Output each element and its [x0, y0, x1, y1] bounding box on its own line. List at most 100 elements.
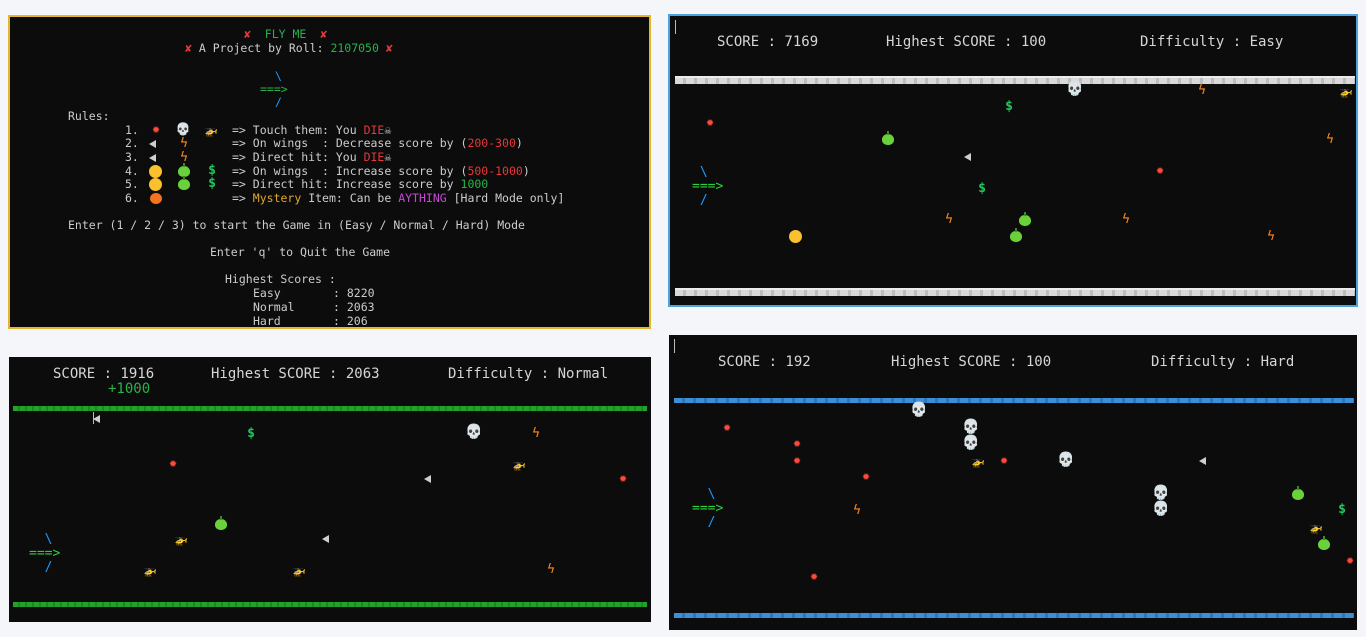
lightning-icon: ϟ	[1198, 83, 1206, 98]
apple-icon	[1019, 212, 1031, 226]
enter-mode-instruction: Enter (1 / 2 / 3) to start the Game in (…	[68, 218, 525, 232]
dollar-icon: $	[208, 176, 216, 191]
helicopter-icon: 🚁	[512, 458, 526, 471]
difficulty-display: Difficulty : Normal	[448, 366, 609, 382]
apple-icon	[1292, 486, 1304, 500]
highest-scores-label: Highest Scores :	[225, 272, 336, 286]
lightning-icon: ϟ	[1122, 212, 1130, 227]
apple-icon	[1318, 536, 1330, 550]
lightning-icon: ϟ	[853, 503, 861, 518]
explosion-icon: ✹	[169, 456, 177, 471]
helicopter-icon: 🚁	[174, 533, 188, 546]
quit-instruction: Enter 'q' to Quit the Game	[210, 245, 391, 259]
lightning-icon: ϟ	[1267, 229, 1275, 244]
rule-text: => Mystery Item: Can be AYTHING [Hard Mo…	[232, 191, 565, 205]
explosion-icon: ✹	[793, 436, 801, 451]
skull-icon: 💀	[465, 424, 483, 440]
rule-text: => Direct hit: Increase score by 1000	[232, 177, 489, 191]
rule-text: => On wings : Decrease score by (200-300…	[232, 136, 523, 150]
game-screen-easy: SCORE : 7169 Highest SCORE : 100 Difficu…	[668, 14, 1358, 307]
lightning-icon: ϟ	[1326, 132, 1334, 147]
coin-icon	[149, 178, 162, 191]
apple-icon	[1010, 228, 1022, 242]
game-title: FLY ME	[264, 27, 307, 41]
explosion-icon: ✹	[1000, 453, 1008, 468]
rule-number: 3.	[125, 150, 139, 164]
arrowhead-icon	[424, 475, 431, 483]
player-plane: \ ===> /	[692, 165, 724, 208]
helicopter-icon: 🚁	[971, 455, 985, 468]
explosion-icon: ✹	[1346, 553, 1354, 568]
arrowhead-icon	[1199, 457, 1206, 465]
apple-icon	[882, 131, 894, 145]
skull-icon: 💀	[962, 435, 980, 451]
bottom-wall	[675, 288, 1355, 296]
mystery-icon	[150, 193, 162, 204]
cross-icon: ✘	[320, 27, 328, 41]
skull-icon: 💀	[1152, 501, 1170, 517]
arrowhead-icon	[964, 153, 971, 161]
text-cursor	[674, 339, 675, 353]
skull-icon: 💀	[1066, 81, 1084, 97]
rule-number: 5.	[125, 177, 139, 191]
helicopter-icon: 🚁	[292, 564, 306, 577]
cross-icon: ✘	[185, 41, 192, 55]
text-cursor	[675, 20, 676, 34]
rule-number: 2.	[125, 136, 139, 150]
skull-icon: 💀	[910, 402, 928, 418]
rule-number: 6.	[125, 191, 139, 205]
menu-screen: ✘ FLY ME ✘ ✘ A Project by Roll: 2107050 …	[8, 15, 651, 329]
rule-text: => Direct hit: You DIE☠	[232, 150, 392, 164]
explosion-icon: ✹	[152, 122, 160, 137]
bonus-popup: +1000	[108, 381, 151, 397]
helicopter-icon: 🚁	[1339, 85, 1353, 98]
highest-score-display: Highest SCORE : 100	[891, 354, 1052, 370]
cross-icon: ✘	[244, 27, 251, 41]
score-display: SCORE : 7169	[717, 34, 819, 50]
coin-icon	[149, 165, 162, 178]
helicopter-icon: 🚁	[204, 124, 218, 137]
player-plane: \ ===> /	[692, 487, 724, 530]
explosion-icon: ✹	[793, 453, 801, 468]
dollar-icon: $	[247, 426, 255, 441]
game-screen-normal: SCORE : 1916 +1000 Highest SCORE : 2063 …	[9, 357, 651, 622]
arrowhead-icon	[149, 140, 156, 148]
player-plane: \ ===> /	[29, 532, 61, 575]
roll-number: 2107050	[330, 41, 379, 55]
apple-icon	[215, 516, 227, 530]
logo-plane-bottom: /	[275, 95, 282, 109]
rules-label: Rules:	[68, 109, 110, 123]
game-screen-hard: SCORE : 192 Highest SCORE : 100 Difficul…	[669, 335, 1357, 630]
score-display: SCORE : 1916	[53, 366, 155, 382]
arrowhead-icon	[149, 154, 156, 162]
difficulty-display: Difficulty : Hard	[1151, 354, 1295, 370]
explosion-icon: ✹	[706, 115, 714, 130]
dollar-icon: $	[1338, 502, 1346, 517]
coin-icon	[789, 230, 802, 243]
dollar-icon: $	[1005, 99, 1013, 114]
top-wall	[13, 406, 647, 411]
highest-score-display: Highest SCORE : 2063	[211, 366, 380, 382]
top-wall	[674, 398, 1354, 403]
apple-icon	[178, 176, 190, 190]
cross-icon: ✘	[385, 41, 393, 55]
explosion-icon: ✹	[862, 469, 870, 484]
subtitle-line: ✘ A Project by Roll: 2107050 ✘	[185, 42, 393, 55]
top-wall	[675, 76, 1355, 84]
lightning-icon: ϟ	[547, 562, 555, 577]
highest-score-display: Highest SCORE : 100	[886, 34, 1047, 50]
difficulty-display: Difficulty : Easy	[1140, 34, 1284, 50]
title-line: ✘ FLY ME ✘	[244, 28, 327, 41]
arrowhead-icon	[322, 535, 329, 543]
helicopter-icon: 🚁	[143, 564, 157, 577]
helicopter-icon: 🚁	[1309, 521, 1323, 534]
lightning-icon: ϟ	[532, 426, 540, 441]
skull-icon: 💀	[1057, 452, 1075, 468]
explosion-icon: ✹	[723, 420, 731, 435]
explosion-icon: ✹	[619, 471, 627, 486]
dollar-icon: $	[978, 181, 986, 196]
score-display: SCORE : 192	[718, 354, 811, 370]
explosion-icon: ✹	[810, 569, 818, 584]
bottom-wall	[13, 602, 647, 607]
bottom-wall	[674, 613, 1354, 618]
